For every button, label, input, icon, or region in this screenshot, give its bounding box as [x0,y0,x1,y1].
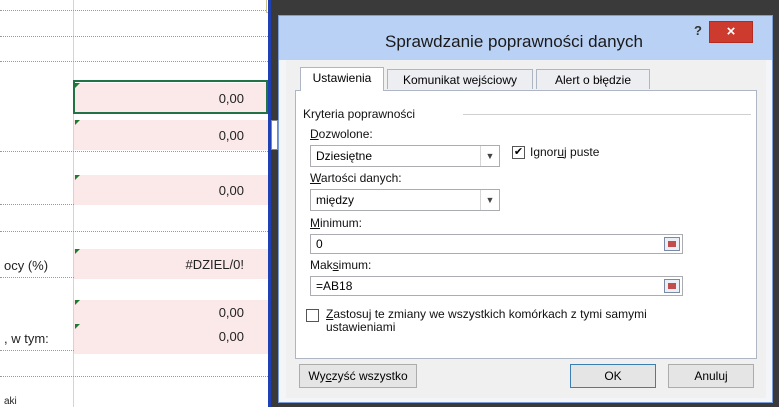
row-label: ocy (%) [4,258,49,273]
row-line [0,61,270,62]
ignore-blank-label: Ignoruj puste [530,145,600,159]
close-button[interactable]: × [709,21,753,43]
comment-indicator [75,249,80,254]
tab-settings[interactable]: Ustawienia [300,67,384,91]
row-line [0,376,270,377]
row-line [0,10,270,11]
allow-label: Dozwolone: [310,127,373,141]
apply-all-label: Zastosuj te zmiany we wszystkich komórka… [326,307,647,334]
row-label: , w tym: [4,331,49,346]
minimum-input[interactable]: 0 [310,234,683,254]
cell-value[interactable]: 0,00 [74,120,270,150]
allow-select[interactable]: Dziesiętne ▼ [310,145,500,167]
data-validation-dialog: Sprawdzanie poprawności danych ? × Ustaw… [278,15,773,403]
tab-input-message[interactable]: Komunikat wejściowy [387,69,533,89]
ok-button[interactable]: OK [570,364,656,388]
chevron-down-icon: ▼ [480,146,499,166]
minimum-label: Minimum: [310,216,363,230]
ignore-blank-checkbox[interactable]: ✔ [512,146,525,159]
dialog-body: Ustawienia Komunikat wejściowy Alert o b… [286,60,766,398]
help-button[interactable]: ? [691,23,705,39]
row-line [0,36,270,37]
comment-indicator [75,175,80,180]
row-label: aki [4,396,17,407]
fill-handle[interactable] [271,120,278,150]
cancel-button[interactable]: Anuluj [668,364,754,388]
row-line [0,231,270,232]
dialog-titlebar[interactable]: Sprawdzanie poprawności danych ? × [279,16,772,60]
cell-value[interactable]: #DZIEL/0! [74,249,270,279]
section-divider [463,114,751,115]
selected-cell[interactable] [73,80,268,114]
close-icon: × [726,23,736,40]
comment-indicator [75,120,80,125]
data-label: Wartości danych: [310,171,402,185]
apply-all-checkbox[interactable] [306,309,319,322]
comment-indicator [75,324,80,329]
pane-divider [268,0,271,407]
tab-error-alert[interactable]: Alert o błędzie [536,69,650,89]
comment-indicator [75,300,80,305]
maximum-label: Maksimum: [310,258,372,272]
section-label: Kryteria poprawności [303,107,416,121]
clear-all-button[interactable]: Wyczyść wszystko [299,364,417,388]
cell-value[interactable]: 0,00 [74,324,270,354]
cell-value[interactable]: 0,00 [74,175,270,205]
range-select-icon[interactable] [664,237,680,251]
data-select[interactable]: między ▼ [310,189,500,211]
dialog-title: Sprawdzanie poprawności danych [385,32,643,51]
range-select-icon[interactable] [664,279,680,293]
row-line [0,151,270,152]
maximum-input[interactable]: =AB18 [310,276,683,296]
spreadsheet-grid[interactable]: 0,00 0,00 0,00 #DZIEL/0! 0,00 0,00 ocy (… [0,0,270,407]
chevron-down-icon: ▼ [480,190,499,210]
